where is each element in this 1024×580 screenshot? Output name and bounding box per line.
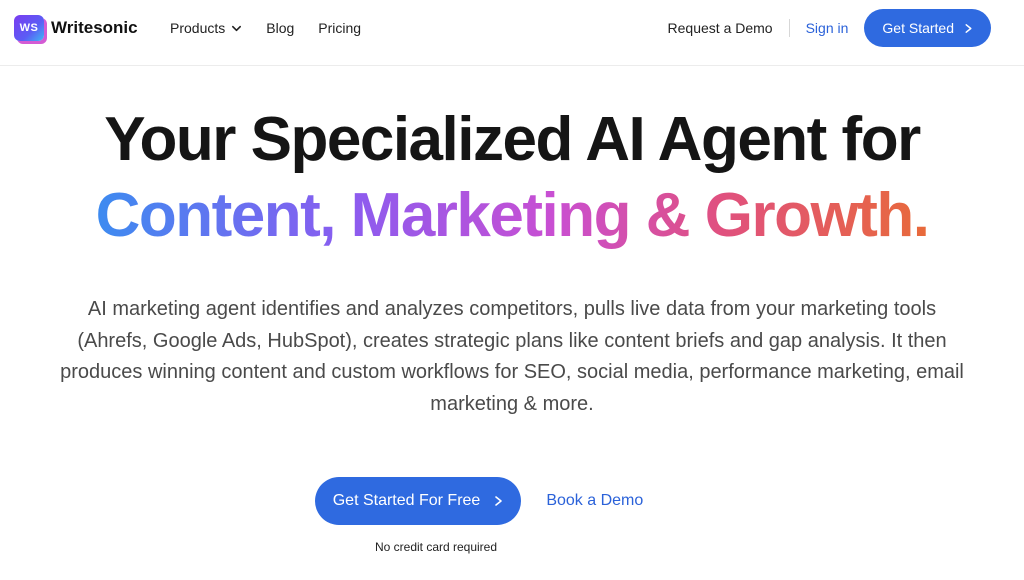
book-demo-link[interactable]: Book a Demo bbox=[546, 492, 643, 510]
nav-blog-label: Blog bbox=[266, 20, 295, 36]
get-started-free-label: Get Started For Free bbox=[332, 492, 481, 509]
top-navbar: WS Writesonic Products Blog Pricing Requ… bbox=[0, 0, 1024, 66]
chevron-down-icon bbox=[232, 25, 242, 31]
nav-blog[interactable]: Blog bbox=[266, 20, 294, 36]
sign-in-link[interactable]: Sign in bbox=[806, 20, 849, 36]
hero-title-line1: Your Specialized AI Agent for bbox=[104, 105, 921, 174]
nav-products-label: Products bbox=[170, 20, 226, 36]
no-credit-card-note: No credit card required bbox=[374, 540, 498, 554]
nav-divider bbox=[788, 19, 790, 37]
hero-title-gradient-text: Content, Marketing & Growth. bbox=[95, 181, 930, 250]
main-nav: Products Blog Pricing bbox=[170, 0, 361, 56]
chevron-right-icon bbox=[495, 496, 503, 506]
get-started-button[interactable]: Get Started bbox=[864, 9, 991, 47]
hero-title-line2: Content, Marketing & Growth. bbox=[0, 180, 1024, 252]
brand-name: Writesonic bbox=[51, 18, 138, 37]
nav-pricing[interactable]: Pricing bbox=[318, 20, 361, 36]
chevron-right-icon bbox=[965, 23, 972, 33]
logo-mark: WS bbox=[14, 15, 44, 41]
hero-cta-row: Get Started For Free Book a Demo bbox=[0, 477, 1024, 525]
nav-pricing-label: Pricing bbox=[318, 20, 362, 36]
brand-logo[interactable]: WS Writesonic bbox=[14, 15, 138, 41]
request-demo-link[interactable]: Request a Demo bbox=[668, 20, 773, 36]
nav-actions: Request a Demo Sign in Get Started bbox=[668, 9, 991, 47]
hero-description: AI marketing agent identifies and analyz… bbox=[60, 298, 964, 415]
nav-products[interactable]: Products bbox=[170, 20, 242, 36]
get-started-label: Get Started bbox=[882, 20, 954, 36]
get-started-free-button[interactable]: Get Started For Free bbox=[314, 477, 522, 525]
